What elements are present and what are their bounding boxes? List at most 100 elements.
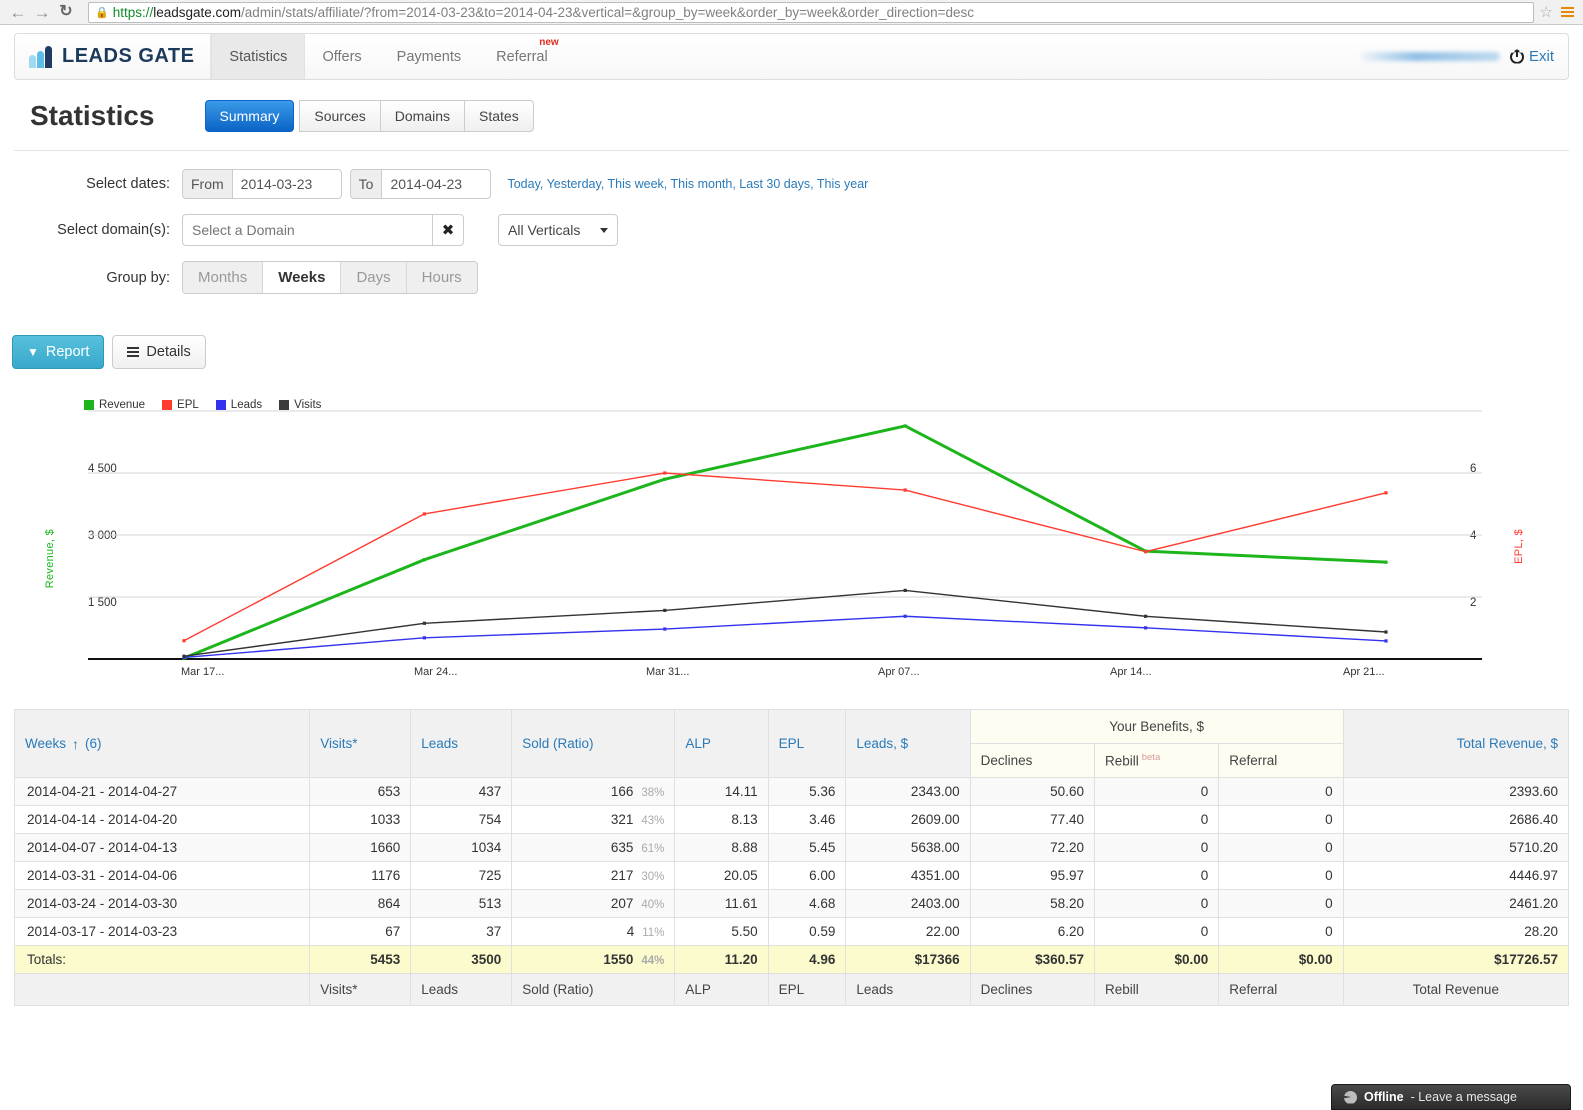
- table-row[interactable]: 2014-04-07 - 2014-04-13 1660 1034 635 61% 8.8…: [13, 833, 1570, 862]
- chat-message-text: Leave a message: [1418, 1090, 1517, 1104]
- clear-x-icon[interactable]: ✖: [432, 214, 464, 246]
- group-by-months[interactable]: Months: [183, 262, 264, 293]
- header-rebill[interactable]: Rebill beta: [1093, 743, 1220, 778]
- vertical-select[interactable]: All Verticals: [498, 214, 618, 246]
- cell-rebill: 0: [1093, 805, 1220, 834]
- nav-item-payments[interactable]: Payments: [380, 34, 479, 79]
- date-from-input[interactable]: [231, 169, 342, 199]
- cell-total-revenue: 5710.20: [1342, 833, 1570, 862]
- footer-total-revenue: Total Revenue: [1342, 973, 1570, 1006]
- date-from-group: From: [182, 169, 342, 199]
- nav-item-offers[interactable]: Offers: [305, 34, 379, 79]
- details-button-label: Details: [146, 344, 191, 360]
- group-by-weeks[interactable]: Weeks: [263, 262, 342, 293]
- cell-visits: 1176: [309, 861, 412, 890]
- header-leads[interactable]: Leads: [410, 709, 513, 778]
- report-button[interactable]: ▼ Report: [12, 335, 105, 369]
- table-foot: Visits* Leads Sold (Ratio) ALP EPL Leads…: [13, 973, 1570, 1006]
- address-bar[interactable]: 🔒 https://leadsgate.com/admin/stats/affi…: [88, 1, 1534, 23]
- username-redacted: [1359, 52, 1500, 61]
- cell-sold: 321 43%: [511, 805, 676, 834]
- site-navbar: LEADS GATE Statistics Offers Payments Re…: [14, 33, 1569, 80]
- header-declines[interactable]: Declines: [969, 743, 1095, 778]
- cell-sold: 207 40%: [511, 889, 676, 918]
- tab-domains[interactable]: Domains: [379, 100, 466, 132]
- forward-arrow-icon[interactable]: →: [30, 1, 54, 23]
- cell-epl: 5.45: [767, 833, 847, 862]
- totals-label: Totals:: [13, 945, 311, 974]
- reload-icon[interactable]: ↻: [54, 1, 78, 23]
- totals-leads: 3500: [410, 945, 513, 974]
- cell-epl: 0.59: [767, 917, 847, 946]
- cell-week: 2014-04-14 - 2014-04-20: [13, 805, 311, 834]
- nav-item-payments-label: Payments: [396, 48, 462, 65]
- cell-week: 2014-04-21 - 2014-04-27: [13, 777, 311, 806]
- totals-epl: 4.96: [767, 945, 847, 974]
- table-row[interactable]: 2014-03-24 - 2014-03-30 864 513 207 40% 11.61…: [13, 889, 1570, 918]
- header-leads-money[interactable]: Leads, $: [845, 709, 971, 778]
- chat-widget[interactable]: Offline - Leave a message: [1331, 1084, 1571, 1110]
- table-row[interactable]: 2014-03-31 - 2014-04-06 1176 725 217 30% 20.0…: [13, 861, 1570, 890]
- cell-alp: 8.13: [674, 805, 769, 834]
- cell-total-revenue: 2686.40: [1342, 805, 1570, 834]
- header-rebill-label: Rebill: [1104, 753, 1139, 769]
- tab-summary[interactable]: Summary: [204, 100, 295, 132]
- header-epl[interactable]: EPL: [767, 709, 847, 778]
- logo[interactable]: LEADS GATE: [15, 34, 212, 79]
- back-arrow-icon[interactable]: ←: [6, 1, 30, 23]
- cell-epl: 5.36: [767, 777, 847, 806]
- cell-leads-money: 22.00: [845, 917, 971, 946]
- header-leads-label: Leads: [421, 736, 459, 751]
- nav-item-referral[interactable]: Referral new: [479, 34, 566, 79]
- header-alp[interactable]: ALP: [674, 709, 769, 778]
- cell-referral: 0: [1218, 861, 1344, 890]
- cell-declines: 72.20: [969, 833, 1095, 862]
- quick-range-links[interactable]: Today, Yesterday, This week, This month,…: [507, 177, 868, 191]
- header-referral-label: Referral: [1229, 753, 1278, 768]
- quick-date-ranges[interactable]: Today, Yesterday, This week, This month,…: [507, 177, 868, 191]
- nav-item-statistics-label: Statistics: [229, 48, 288, 65]
- totals-leads-money: $17366: [845, 945, 971, 974]
- nav-item-statistics[interactable]: Statistics: [211, 34, 306, 79]
- beta-badge: beta: [1141, 752, 1161, 764]
- statistics-tabs: Summary Sources Domains States: [204, 100, 534, 132]
- tab-states[interactable]: States: [464, 100, 534, 132]
- cell-week: 2014-03-24 - 2014-03-30: [13, 889, 311, 918]
- group-by-hours[interactable]: Hours: [406, 262, 477, 293]
- table-row[interactable]: 2014-03-17 - 2014-03-23 67 37 4 11% 5.50 0.59 2…: [13, 917, 1570, 946]
- cell-sold-ratio: 30%: [641, 871, 665, 883]
- header-weeks[interactable]: Weeks ↑ (6): [13, 709, 311, 778]
- table-row[interactable]: 2014-04-21 - 2014-04-27 653 437 166 38% 14.11…: [13, 777, 1570, 806]
- cell-rebill: 0: [1093, 833, 1220, 862]
- header-visits[interactable]: Visits*: [309, 709, 412, 778]
- filters-panel: Select dates: From To Today, Yesterday, …: [0, 151, 1583, 319]
- exit-button[interactable]: Exit: [1509, 48, 1554, 65]
- header-total-revenue[interactable]: Total Revenue, $: [1342, 709, 1570, 778]
- date-to-group: To: [349, 169, 492, 199]
- date-to-input[interactable]: [381, 169, 492, 199]
- header-weeks-label: Weeks: [25, 736, 67, 751]
- header-visits-label: Visits*: [320, 736, 358, 751]
- header-sold[interactable]: Sold (Ratio): [511, 709, 676, 778]
- tab-sources[interactable]: Sources: [299, 100, 381, 132]
- cell-visits: 653: [309, 777, 412, 806]
- cell-leads: 725: [410, 861, 513, 890]
- header-referral[interactable]: Referral: [1218, 743, 1344, 778]
- cell-epl: 3.46: [767, 805, 847, 834]
- bookmark-star-icon[interactable]: ☆: [1540, 3, 1553, 21]
- url-host: leadsgate.com: [153, 4, 242, 20]
- new-badge: new: [539, 37, 559, 48]
- nav-item-offers-label: Offers: [322, 48, 362, 65]
- vertical-select-value: All Verticals: [508, 222, 581, 238]
- header-leads-money-label: Leads, $: [856, 736, 909, 751]
- details-button[interactable]: Details: [112, 335, 206, 369]
- domain-input[interactable]: [182, 214, 432, 246]
- group-by-days[interactable]: Days: [341, 262, 407, 293]
- cell-week: 2014-03-31 - 2014-04-06: [13, 861, 311, 890]
- cell-leads: 513: [410, 889, 513, 918]
- chrome-menu-icon[interactable]: [1561, 7, 1574, 17]
- footer-epl: EPL: [767, 973, 847, 1006]
- footer-alp: ALP: [674, 973, 769, 1006]
- totals-visits: 5453: [309, 945, 412, 974]
- table-row[interactable]: 2014-04-14 - 2014-04-20 1033 754 321 43% 8.13…: [13, 805, 1570, 834]
